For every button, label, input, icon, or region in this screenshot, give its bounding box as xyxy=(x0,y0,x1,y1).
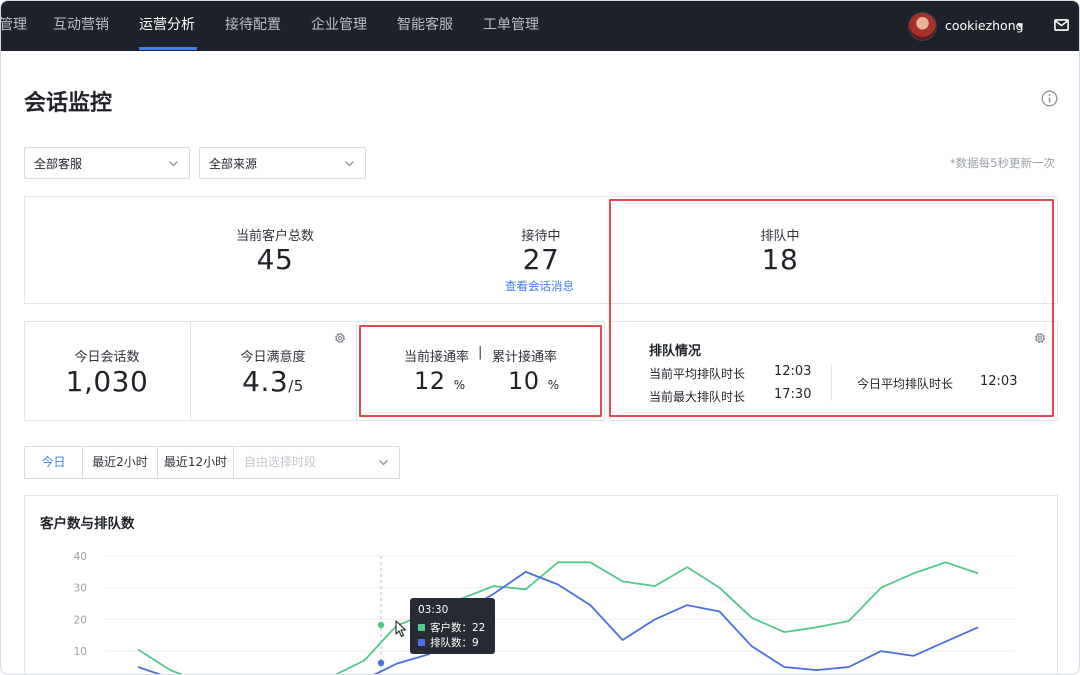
queue-highlight-box xyxy=(609,199,1054,417)
chart-title: 客户数与排队数 xyxy=(40,516,135,532)
chart-card xyxy=(24,495,1058,674)
connect-rate-highlight-box xyxy=(359,325,602,417)
tooltip-customers-row: 客户数：22 xyxy=(418,620,485,635)
page-title: 会话监控 xyxy=(24,91,113,116)
chevron-down-icon xyxy=(345,161,354,167)
tooltip-customers-label: 客户数：22 xyxy=(430,622,486,634)
serving-label: 接待中 xyxy=(521,229,561,244)
username-label[interactable]: cookiezhong xyxy=(945,18,1024,33)
mail-icon[interactable] xyxy=(1054,19,1069,31)
app-window: 管理 互动营销 运营分析 接待配置 企业管理 智能客服 工单管理 cookiez… xyxy=(0,0,1080,675)
chevron-down-icon xyxy=(169,161,178,167)
chart-tooltip: 03:30 客户数：22 排队数：9 xyxy=(410,598,495,654)
time-filter-last-12h[interactable]: 最近12小时 xyxy=(157,446,234,479)
serving-value: 27 xyxy=(522,243,560,276)
today-sessions-label: 今日会话数 xyxy=(74,350,140,365)
nav-item-management[interactable]: 管理 xyxy=(1,1,27,51)
custom-range-select[interactable]: 自由选择时段 xyxy=(233,446,400,479)
gear-icon[interactable] xyxy=(333,331,347,345)
time-filter-today[interactable]: 今日 xyxy=(24,446,83,479)
agent-select[interactable]: 全部客服 xyxy=(24,147,190,179)
satisfaction-label: 今日满意度 xyxy=(240,350,306,365)
nav-item-interactive-marketing[interactable]: 互动营销 xyxy=(53,1,109,51)
tooltip-time: 03:30 xyxy=(418,604,449,616)
source-select[interactable]: 全部来源 xyxy=(199,147,366,179)
total-customers-label: 当前客户总数 xyxy=(235,229,314,244)
tooltip-queue-label: 排队数：9 xyxy=(430,637,479,649)
info-icon[interactable] xyxy=(1041,90,1058,107)
source-select-value: 全部来源 xyxy=(209,157,258,171)
top-nav: 管理 互动营销 运营分析 接待配置 企业管理 智能客服 工单管理 cookiez… xyxy=(1,1,1079,51)
mouse-cursor-icon xyxy=(395,620,407,638)
active-tab-indicator xyxy=(139,47,197,50)
chevron-down-icon[interactable] xyxy=(1017,24,1023,28)
total-customers-value: 45 xyxy=(256,243,294,276)
nav-item-operations-analysis[interactable]: 运营分析 xyxy=(139,1,195,51)
view-session-messages-link[interactable]: 查看会话消息 xyxy=(505,278,574,294)
satisfaction-value: 4.3/5 xyxy=(213,365,333,398)
avatar[interactable] xyxy=(908,12,937,41)
satisfaction-unit: /5 xyxy=(288,377,304,395)
legend-swatch-queue xyxy=(418,638,425,646)
time-filter-last-2h[interactable]: 最近2小时 xyxy=(82,446,158,479)
agent-select-value: 全部客服 xyxy=(34,157,83,171)
custom-range-placeholder: 自由选择时段 xyxy=(244,455,317,469)
satisfaction-score: 4.3 xyxy=(242,365,289,398)
nav-item-reception-config[interactable]: 接待配置 xyxy=(225,1,281,51)
nav-item-ticket-management[interactable]: 工单管理 xyxy=(483,1,539,51)
tooltip-queue-row: 排队数：9 xyxy=(418,635,479,650)
legend-swatch-customers xyxy=(418,623,425,631)
nav-item-smart-service[interactable]: 智能客服 xyxy=(397,1,453,51)
update-note: *数据每5秒更新一次 xyxy=(949,156,1055,170)
chevron-down-icon xyxy=(379,460,388,466)
nav-item-enterprise-management[interactable]: 企业管理 xyxy=(311,1,367,51)
today-sessions-value: 1,030 xyxy=(65,365,149,398)
